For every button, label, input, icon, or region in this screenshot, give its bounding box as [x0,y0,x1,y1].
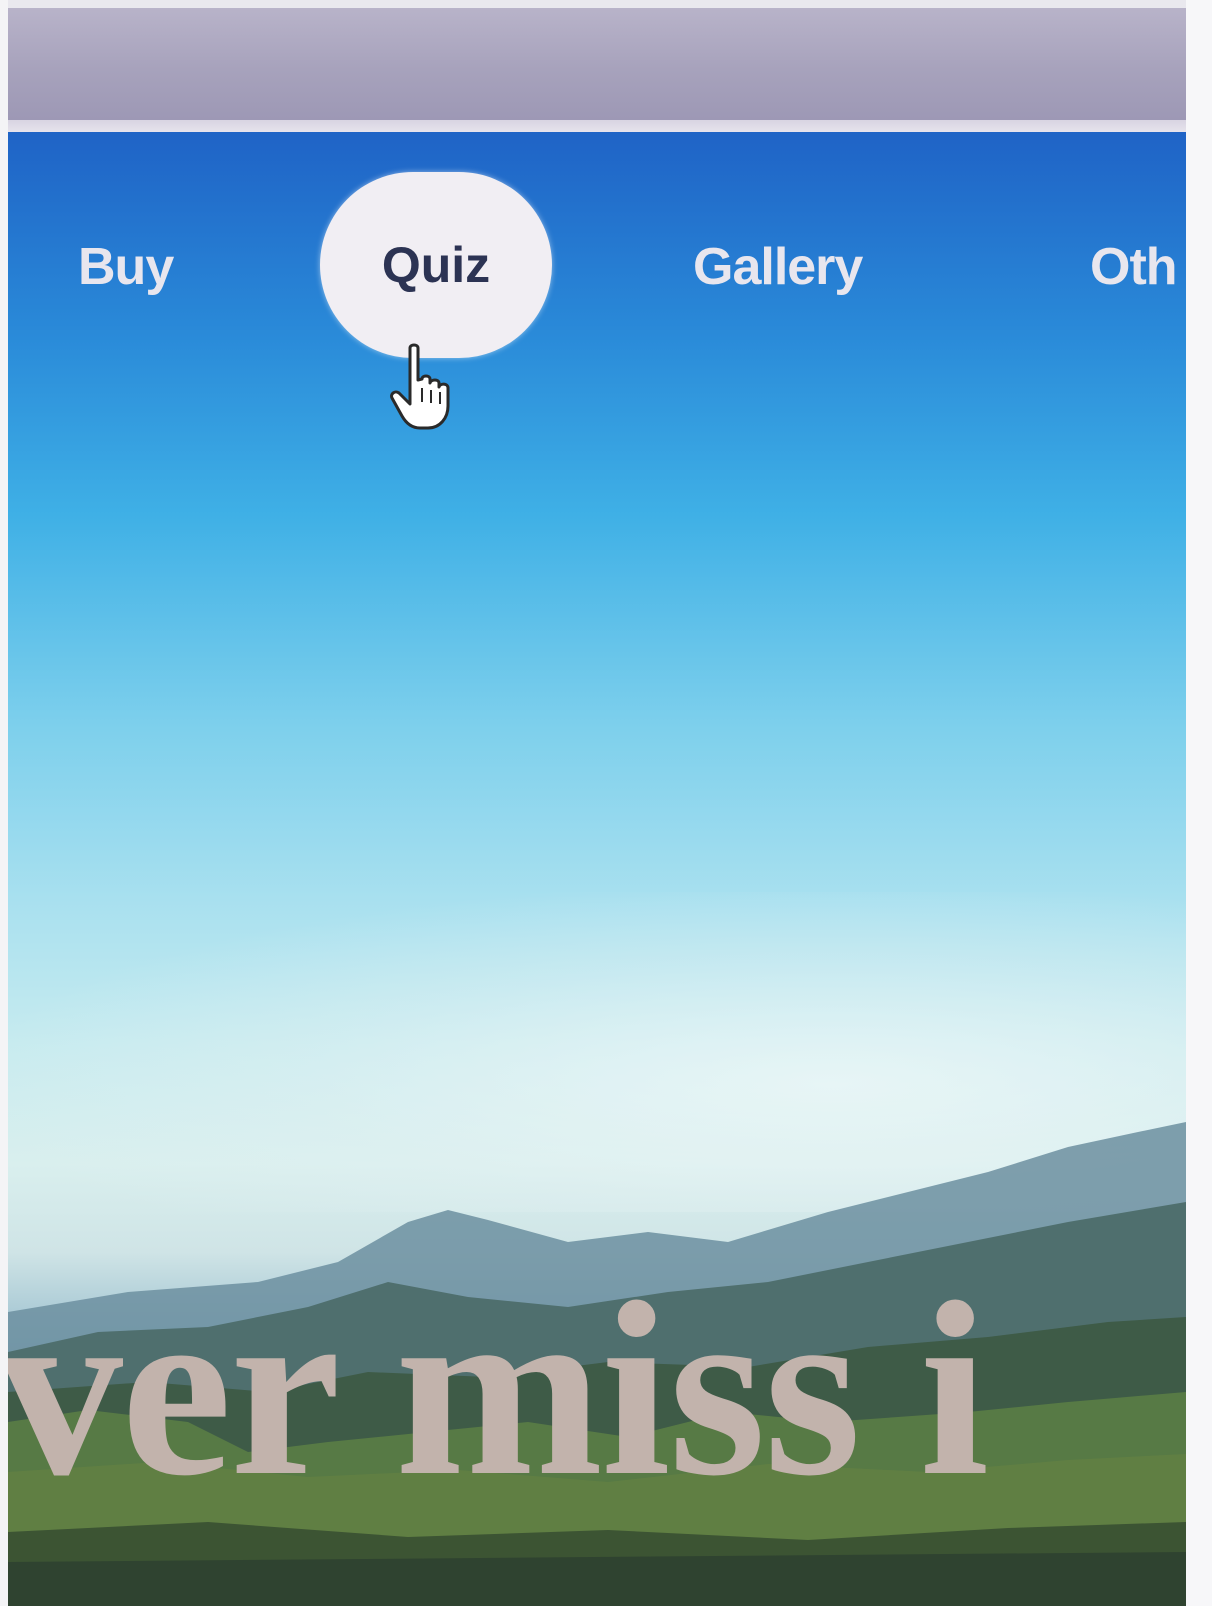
toolbar-divider [8,120,1186,132]
monitor-bezel-right [1186,0,1212,1606]
hero-section: Buy Quiz Gallery Oth ver miss i [8,132,1186,1606]
nav-item-buy[interactable]: Buy [78,232,174,302]
nav-item-gallery[interactable]: Gallery [693,232,863,302]
hero-headline: ver miss i [8,1251,989,1528]
screen-top-edge [8,0,1186,8]
nav-item-quiz-label: Quiz [381,237,491,293]
browser-toolbar [8,8,1186,120]
nav-item-quiz[interactable]: Quiz [320,172,552,358]
top-navigation: Buy Quiz Gallery Oth [8,132,1186,392]
nav-item-other[interactable]: Oth [1090,232,1178,302]
hand-pointer-icon [390,343,450,430]
monitor-bezel [0,0,8,1606]
